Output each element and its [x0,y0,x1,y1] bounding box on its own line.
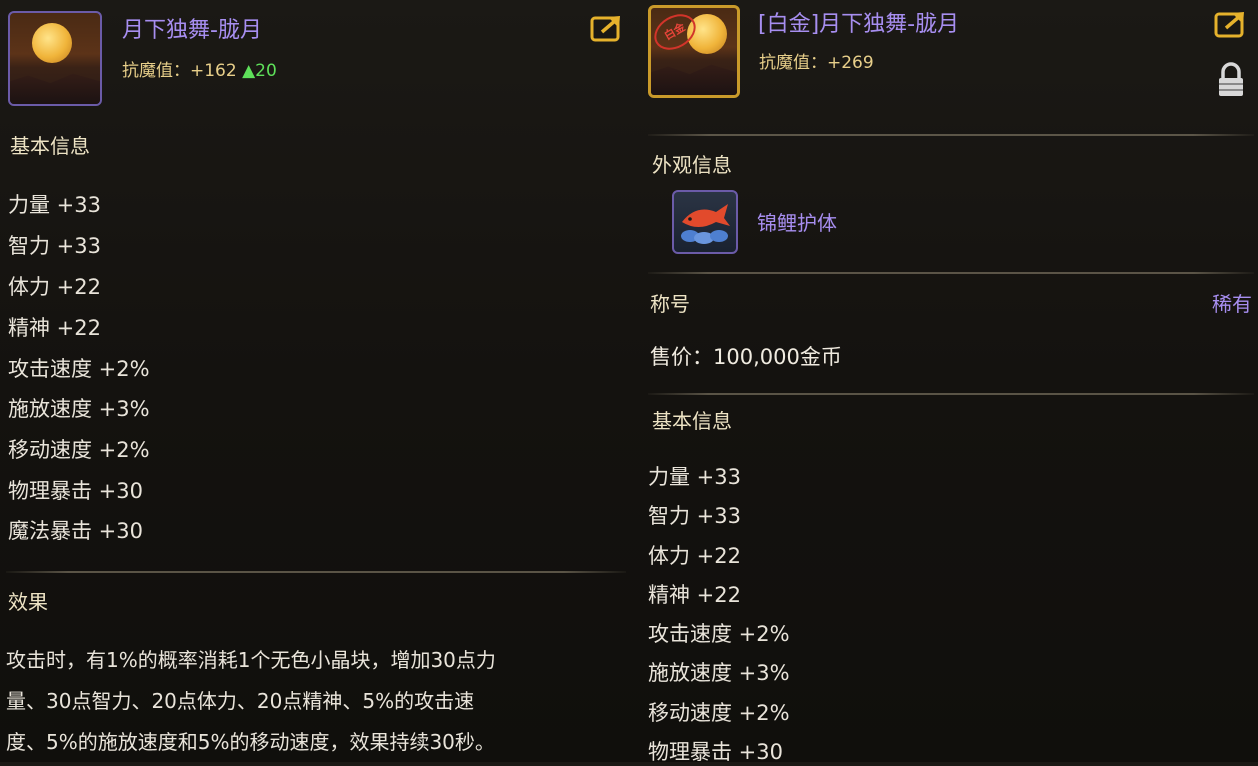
title-label: 称号 [650,292,690,316]
rarity-label: 稀有 [1212,292,1252,316]
stat-line: 施放速度 +3% [8,397,150,421]
appearance-info-title: 外观信息 [652,153,732,177]
stat-line: 魔法暴击 +30 [8,519,143,543]
basic-info-title: 基本信息 [10,134,90,158]
share-icon[interactable] [1214,8,1250,40]
resist-increase: ▲20 [242,61,277,81]
stat-line: 物理暴击 +30 [8,479,143,503]
stat-line: 攻击速度 +2% [648,622,790,646]
item-icon-moon [8,11,102,106]
resist-value: 抗魔值：+269 [759,53,874,73]
stat-line: 体力 +22 [648,544,741,568]
effect-line: 攻击时，有1%的概率消耗1个无色小晶块，增加30点力 [6,648,496,672]
share-icon[interactable] [590,12,626,44]
divider [648,134,1254,136]
item-icon-platinum-moon: 白金 [648,5,740,98]
stat-line: 智力 +33 [8,234,101,258]
divider [6,571,626,573]
item-name: [白金]月下独舞-胧月 [758,12,960,37]
koi-fish-graphic [681,204,730,244]
stat-line: 力量 +33 [648,465,741,489]
hill-graphic [10,73,100,104]
stat-line: 施放速度 +3% [648,661,790,685]
basic-info-title: 基本信息 [652,409,732,433]
appearance-name: 锦鲤护体 [757,211,837,235]
effect-title: 效果 [8,590,48,614]
stat-line: 力量 +33 [8,193,101,217]
divider [648,393,1254,395]
koi-fish-icon[interactable] [672,190,738,254]
effect-line: 度、5%的施放速度和5%的移动速度，效果持续30秒。 [6,730,495,754]
stat-line: 移动速度 +2% [8,438,150,462]
stat-line: 体力 +22 [8,275,101,299]
stat-line: 精神 +22 [8,316,101,340]
left-item-tooltip: 月下独舞-胧月 抗魔值：+162 ▲20 基本信息 力量 +33 智力 +33 … [0,0,630,762]
item-name: 月下独舞-胧月 [122,18,262,43]
moon-graphic [32,23,72,63]
lock-icon[interactable] [1216,62,1246,98]
stat-line: 智力 +33 [648,504,741,528]
resist-value: 抗魔值：+162 ▲20 [122,61,277,81]
effect-line: 量、30点智力、20点体力、20点精神、5%的攻击速 [6,689,475,713]
sell-price: 售价：100,000金币 [650,345,842,369]
right-item-tooltip: 白金 [白金]月下独舞-胧月 抗魔值：+269 外观信息 锦鲤护体 称号 稀有 … [640,0,1258,764]
stat-line: 精神 +22 [648,583,741,607]
stat-line: 移动速度 +2% [648,701,790,725]
hill-graphic [651,64,737,95]
effect-description: 攻击时，有1%的概率消耗1个无色小晶块，增加30点力 量、30点智力、20点体力… [6,640,618,763]
divider [648,272,1254,274]
stat-line: 攻击速度 +2% [8,357,150,381]
